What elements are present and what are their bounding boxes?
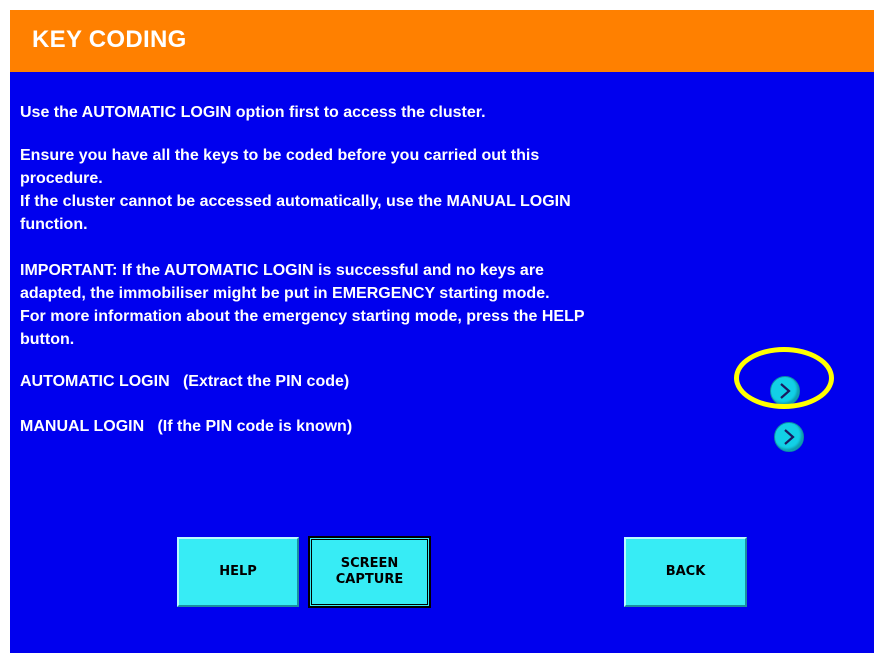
key-coding-screen: KEY CODING Use the AUTOMATIC LOGIN optio… bbox=[10, 10, 874, 653]
instruction-text: IMPORTANT: If the AUTOMATIC LOGIN is suc… bbox=[20, 262, 544, 279]
screen-capture-button-label: SCREEN CAPTURE bbox=[335, 556, 404, 587]
automatic-login-button[interactable] bbox=[770, 376, 800, 406]
instruction-text: procedure. bbox=[20, 170, 103, 187]
manual-login-label: MANUAL LOGIN (If the PIN code is known) bbox=[20, 418, 353, 435]
instruction-line-1: Use the AUTOMATIC LOGIN option first to … bbox=[20, 101, 486, 124]
instruction-text: adapted, the immobiliser might be put in… bbox=[20, 285, 550, 302]
screen-capture-button[interactable]: SCREEN CAPTURE bbox=[308, 536, 431, 608]
instruction-text: For more information about the emergency… bbox=[20, 308, 585, 325]
page-title: KEY CODING bbox=[32, 26, 187, 53]
back-button[interactable]: BACK bbox=[624, 537, 747, 607]
instruction-paragraph-2: Ensure you have all the keys to be coded… bbox=[20, 144, 571, 236]
manual-login-button[interactable] bbox=[774, 422, 804, 452]
instruction-text: Ensure you have all the keys to be coded… bbox=[20, 147, 540, 164]
help-button[interactable]: HELP bbox=[177, 537, 299, 607]
automatic-login-label: AUTOMATIC LOGIN (Extract the PIN code) bbox=[20, 373, 350, 390]
instruction-text: function. bbox=[20, 216, 88, 233]
help-button-label: HELP bbox=[219, 564, 257, 579]
instruction-text: If the cluster cannot be accessed automa… bbox=[20, 193, 571, 210]
header-bar: KEY CODING bbox=[10, 10, 874, 72]
instruction-text: Use the AUTOMATIC LOGIN option first to … bbox=[20, 104, 486, 121]
important-paragraph: IMPORTANT: If the AUTOMATIC LOGIN is suc… bbox=[20, 259, 585, 351]
chevron-right-icon bbox=[780, 383, 791, 399]
instruction-text: button. bbox=[20, 331, 75, 348]
back-button-label: BACK bbox=[665, 564, 706, 579]
chevron-right-icon bbox=[784, 429, 795, 445]
